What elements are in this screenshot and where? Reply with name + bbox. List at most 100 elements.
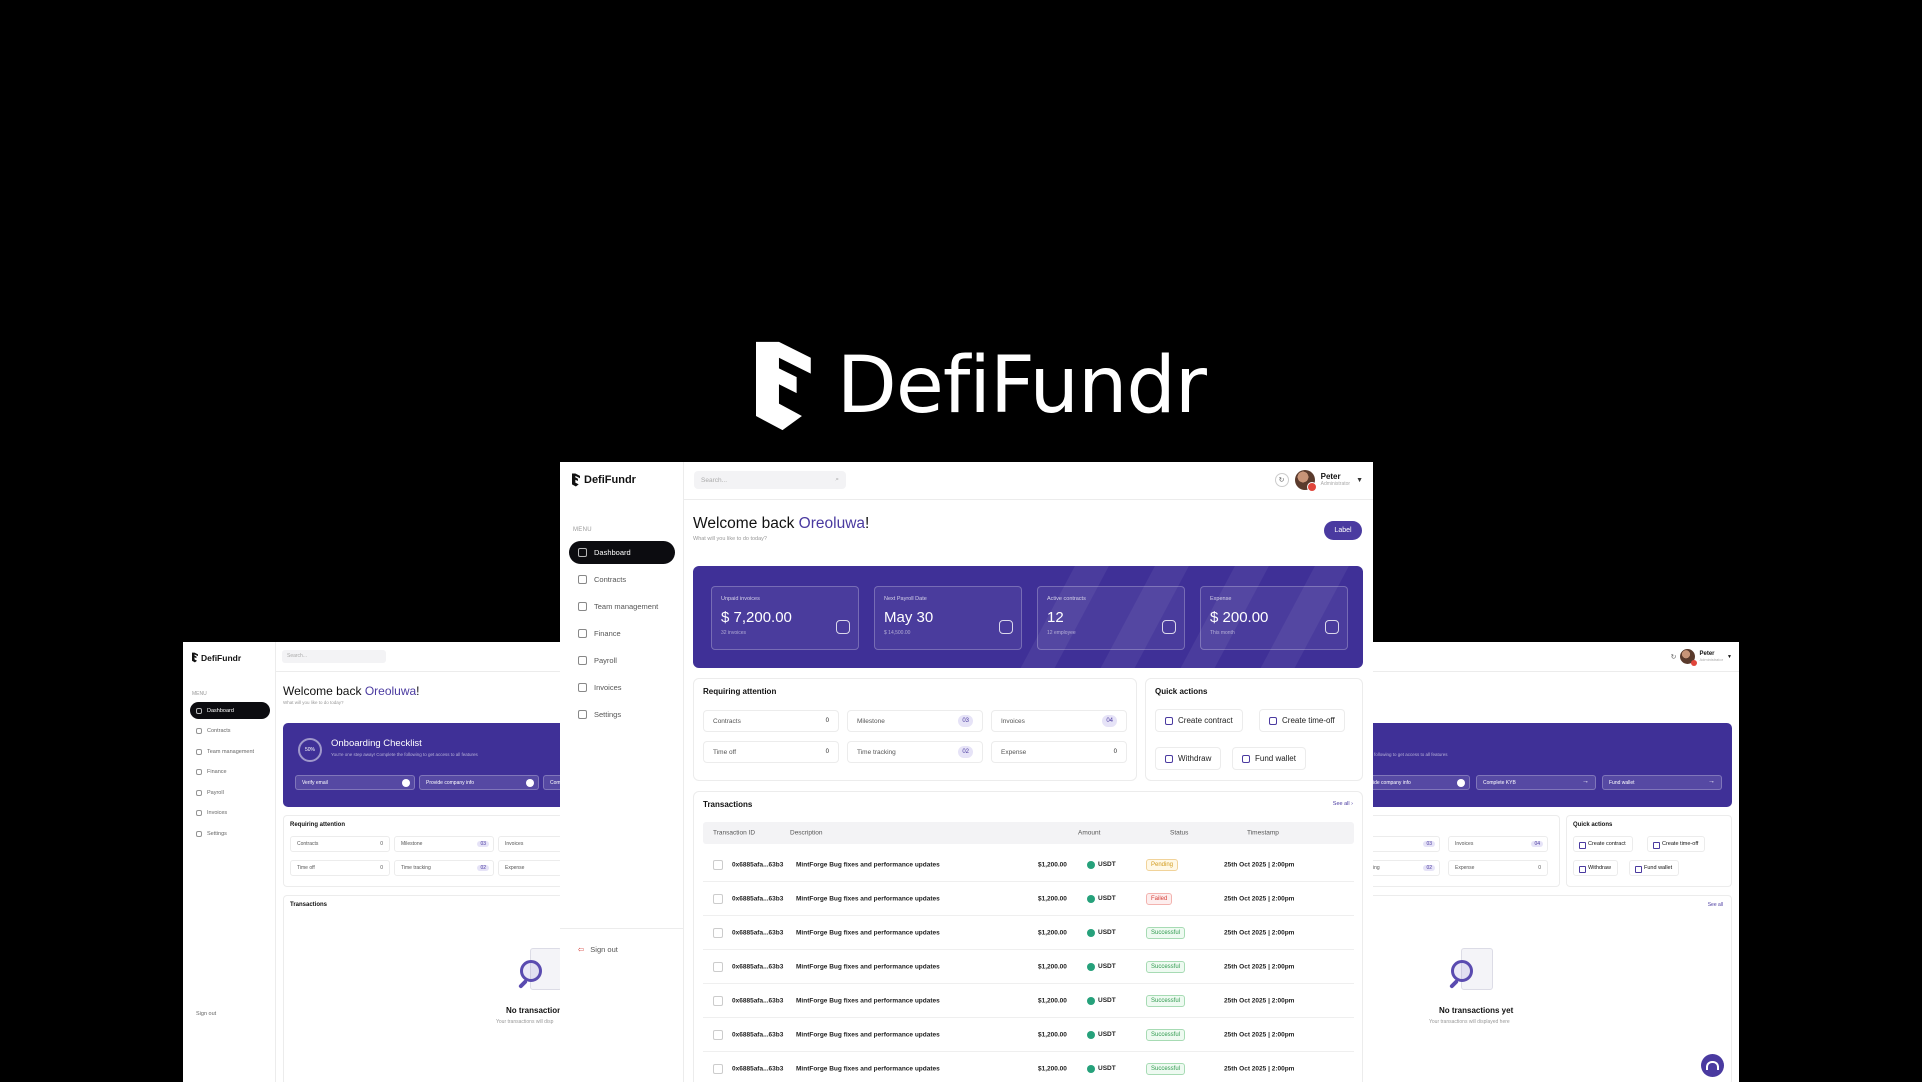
onboarding-step-kyb[interactable]: Com bbox=[543, 775, 561, 790]
attention-time-off[interactable]: Time off 0 bbox=[290, 860, 390, 876]
create-time-off-button[interactable]: Create time-off bbox=[1647, 836, 1706, 852]
stat-card-unpaid-invoices[interactable]: Unpaid invoices $ 7,200.00 32 invoices bbox=[711, 586, 859, 650]
transaction-id: 0x6885afa...63b3 bbox=[732, 997, 784, 1004]
sidebar-item-contracts[interactable]: Contracts bbox=[190, 723, 270, 740]
table-row[interactable]: 0x6885afa...63b3 MintForge Bug fixes and … bbox=[703, 1052, 1354, 1082]
sidebar-item-label: Finance bbox=[207, 769, 227, 775]
attention-expense[interactable]: Expense bbox=[498, 860, 561, 876]
sidebar-item-settings[interactable]: Settings bbox=[569, 703, 675, 726]
user-menu[interactable]: ↻ Peter Administrator ▼ bbox=[1274, 470, 1363, 492]
attention-time-tracking[interactable]: ing 02 bbox=[1370, 860, 1440, 876]
support-headset-icon[interactable] bbox=[1701, 1054, 1724, 1077]
attention-milestone[interactable]: Milestone 03 bbox=[394, 836, 494, 852]
row-checkbox[interactable] bbox=[713, 893, 723, 904]
withdraw-button[interactable]: Withdraw bbox=[1155, 747, 1222, 770]
refresh-icon[interactable]: ↻ bbox=[1671, 653, 1677, 661]
sidebar-item-label: Invoices bbox=[594, 683, 622, 692]
row-checkbox[interactable] bbox=[713, 859, 723, 870]
welcome-suffix: ! bbox=[865, 515, 870, 532]
row-checkbox[interactable] bbox=[713, 927, 723, 938]
sidebar-item-label: Settings bbox=[594, 710, 622, 719]
onboarding-step-fund-wallet[interactable]: Fund wallet → bbox=[1602, 775, 1722, 790]
sidebar-item-dashboard[interactable]: Dashboard bbox=[190, 702, 270, 719]
see-all-link[interactable]: See all › bbox=[1333, 801, 1353, 807]
hero-brand-name: DefiFundr bbox=[836, 341, 1207, 431]
sidebar-item-invoices[interactable]: Invoices bbox=[190, 805, 270, 822]
withdraw-button[interactable]: Withdraw bbox=[1573, 860, 1618, 876]
stat-card-expense[interactable]: Expense $ 200.00 This month bbox=[1200, 586, 1348, 650]
attention-milestone[interactable]: Milestone 03 bbox=[847, 710, 983, 732]
sidebar-item-payroll[interactable]: Payroll bbox=[569, 649, 675, 672]
onboarding-step-company-info[interactable]: ide company info bbox=[1370, 775, 1470, 790]
signout-button[interactable]: Sign out bbox=[196, 1011, 216, 1017]
onboarding-banner: 50% Onboarding Checklist You're one step… bbox=[283, 723, 561, 807]
attention-count: 02 bbox=[1423, 865, 1435, 871]
signout-button[interactable]: ⇦ Sign out bbox=[578, 945, 618, 954]
create-contract-button[interactable]: Create contract bbox=[1155, 709, 1243, 732]
fund-wallet-button[interactable]: Fund wallet bbox=[1232, 747, 1306, 770]
attention-time-tracking[interactable]: Time tracking 02 bbox=[394, 860, 494, 876]
sidebar-logo[interactable]: DefiFundr bbox=[192, 652, 241, 663]
onboarding-step-kyb[interactable]: Complete KYB → bbox=[1476, 775, 1596, 790]
table-row[interactable]: 0x6885afa...63b3 MintForge Bug fixes and … bbox=[703, 916, 1354, 950]
quick-actions-card: Quick actions Create contract Create tim… bbox=[1566, 815, 1732, 887]
see-all-link[interactable]: See all bbox=[1708, 902, 1723, 908]
stat-card-next-payroll[interactable]: Next Payroll Date May 30 $ 14,500.00 bbox=[874, 586, 1022, 650]
sidebar-item-finance[interactable]: Finance bbox=[190, 764, 270, 781]
attention-time-tracking[interactable]: Time tracking 02 bbox=[847, 741, 983, 763]
attention-contracts[interactable]: Contracts 0 bbox=[703, 710, 839, 732]
section-title: Transactions bbox=[290, 902, 328, 908]
row-checkbox[interactable] bbox=[713, 1063, 723, 1074]
attention-invoices[interactable]: Invoices 04 bbox=[991, 710, 1127, 732]
sidebar-item-settings[interactable]: Settings bbox=[190, 825, 270, 842]
chevron-down-icon[interactable]: ▼ bbox=[1727, 654, 1732, 660]
table-row[interactable]: 0x6885afa...63b3 MintForge Bug fixes and … bbox=[703, 882, 1354, 916]
search-input[interactable]: Search... ⌕ bbox=[694, 471, 846, 489]
fund-wallet-button[interactable]: Fund wallet bbox=[1629, 860, 1680, 876]
welcome-prefix: Welcome back bbox=[693, 515, 799, 532]
onboarding-step-verify-email[interactable]: Verify email bbox=[295, 775, 415, 790]
attention-invoices[interactable]: Invoices 04 bbox=[1448, 836, 1548, 852]
sidebar-item-team-management[interactable]: Team management bbox=[569, 595, 675, 618]
attention-invoices[interactable]: Invoices bbox=[498, 836, 561, 852]
transaction-amount: $1,200.00 bbox=[1038, 861, 1067, 868]
wallet-icon bbox=[196, 769, 202, 775]
table-row[interactable]: 0x6885afa...63b3 MintForge Bug fixes and … bbox=[703, 848, 1354, 882]
search-input[interactable]: Search... bbox=[282, 650, 386, 663]
user-menu[interactable]: ↻ Peter Administrator ▼ bbox=[1671, 649, 1732, 666]
attention-milestone[interactable]: 03 bbox=[1370, 836, 1440, 852]
row-checkbox[interactable] bbox=[713, 961, 723, 972]
onboarding-step-company-info[interactable]: Provide company info bbox=[419, 775, 539, 790]
attention-contracts[interactable]: Contracts 0 bbox=[290, 836, 390, 852]
sidebar-item-payroll[interactable]: Payroll bbox=[190, 784, 270, 801]
attention-expense[interactable]: Expense 0 bbox=[1448, 860, 1548, 876]
sidebar-item-team-management[interactable]: Team management bbox=[190, 743, 270, 760]
chevron-down-icon[interactable]: ▼ bbox=[1356, 477, 1363, 484]
sidebar-item-invoices[interactable]: Invoices bbox=[569, 676, 675, 699]
column-header[interactable]: Amount bbox=[1078, 830, 1100, 837]
table-row[interactable]: 0x6885afa...63b3 MintForge Bug fixes and … bbox=[703, 984, 1354, 1018]
currency-badge: USDT bbox=[1087, 962, 1116, 971]
row-checkbox[interactable] bbox=[713, 1029, 723, 1040]
stat-card-active-contracts[interactable]: Active contracts 12 12 employee bbox=[1037, 586, 1185, 650]
sidebar-item-contracts[interactable]: Contracts bbox=[569, 568, 675, 591]
column-header[interactable]: Status bbox=[1170, 830, 1188, 837]
column-header[interactable]: Transaction ID bbox=[713, 830, 755, 837]
row-checkbox[interactable] bbox=[713, 995, 723, 1006]
sidebar-item-label: Team management bbox=[207, 748, 255, 755]
create-contract-button[interactable]: Create contract bbox=[1573, 836, 1633, 852]
column-header[interactable]: Description bbox=[790, 830, 823, 837]
refresh-icon[interactable]: ↻ bbox=[1274, 473, 1289, 487]
column-header[interactable]: Timestamp bbox=[1247, 830, 1279, 837]
sidebar-logo[interactable]: DefiFundr bbox=[572, 473, 636, 487]
defifundr-logo-icon bbox=[756, 341, 811, 431]
table-row[interactable]: 0x6885afa...63b3 MintForge Bug fixes and … bbox=[703, 1018, 1354, 1052]
attention-time-off[interactable]: Time off 0 bbox=[703, 741, 839, 763]
create-time-off-button[interactable]: Create time-off bbox=[1259, 709, 1345, 732]
sidebar-item-finance[interactable]: Finance bbox=[569, 622, 675, 645]
sidebar-item-dashboard[interactable]: Dashboard bbox=[569, 541, 675, 564]
attention-expense[interactable]: Expense 0 bbox=[991, 741, 1127, 763]
wallet-icon bbox=[1325, 620, 1339, 634]
table-row[interactable]: 0x6885afa...63b3 MintForge Bug fixes and … bbox=[703, 950, 1354, 984]
label-button[interactable]: Label bbox=[1324, 521, 1362, 540]
